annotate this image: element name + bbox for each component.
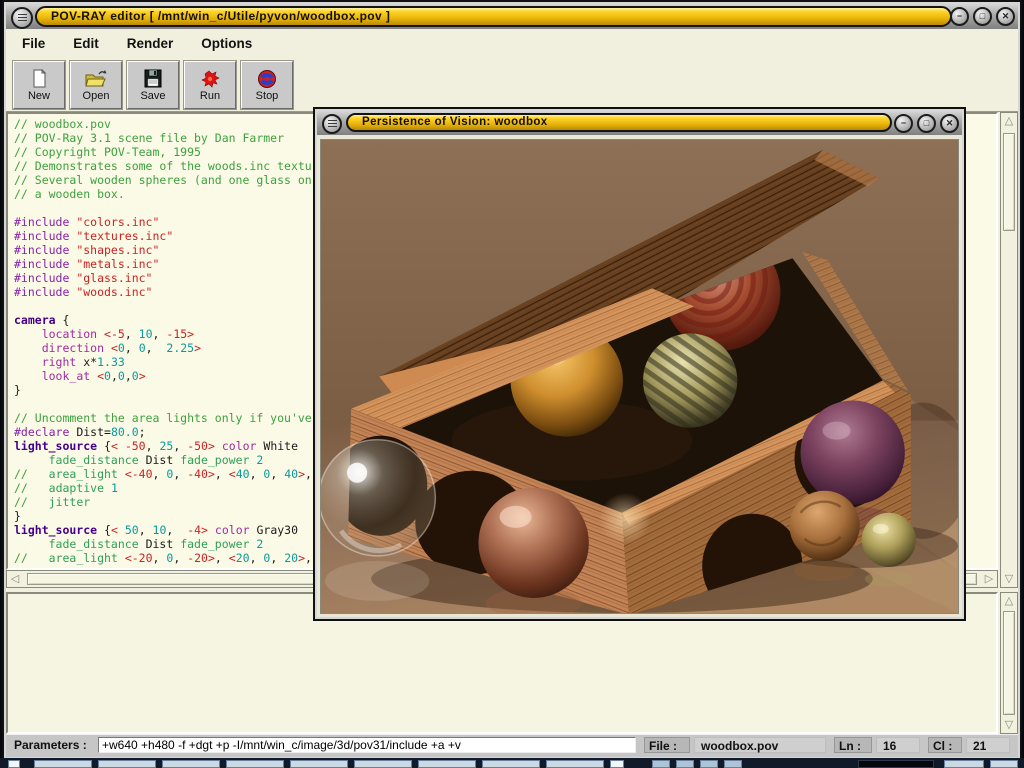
parameters-input[interactable] bbox=[98, 737, 636, 753]
stop-render-icon bbox=[256, 69, 278, 89]
close-button[interactable]: ✕ bbox=[996, 7, 1015, 26]
minimize-button[interactable]: − bbox=[950, 7, 969, 26]
scroll-down-icon[interactable]: ▽ bbox=[1001, 571, 1017, 587]
main-titlebar[interactable]: POV-RAY editor [ /mnt/win_c/Utile/pyvon/… bbox=[6, 4, 1018, 29]
minimize-icon: − bbox=[901, 119, 906, 128]
taskbar-item[interactable] bbox=[700, 760, 718, 768]
taskbar-item[interactable] bbox=[162, 760, 220, 768]
maximize-icon: □ bbox=[924, 119, 929, 128]
taskbar-item[interactable] bbox=[610, 760, 624, 768]
taskbar-item[interactable] bbox=[418, 760, 476, 768]
scroll-down-icon[interactable]: ▽ bbox=[1001, 717, 1017, 733]
open-button-label: Open bbox=[83, 90, 110, 102]
new-button-label: New bbox=[28, 90, 50, 102]
menubar: File Edit Render Options bbox=[6, 29, 1018, 58]
run-render-icon bbox=[199, 69, 221, 89]
line-value: 16 bbox=[876, 737, 920, 753]
new-button[interactable]: New bbox=[13, 61, 65, 109]
message-vertical-scrollbar[interactable]: △ ▽ bbox=[1000, 592, 1018, 734]
menu-render[interactable]: Render bbox=[127, 36, 174, 51]
taskbar-item[interactable] bbox=[98, 760, 156, 768]
close-icon: ✕ bbox=[1002, 12, 1010, 21]
taskbar-item[interactable] bbox=[8, 760, 20, 768]
taskbar-item[interactable] bbox=[34, 760, 92, 768]
save-button-label: Save bbox=[140, 90, 165, 102]
statusbar: Parameters : File : woodbox.pov Ln : 16 … bbox=[6, 734, 1018, 757]
taskbar-item[interactable] bbox=[482, 760, 540, 768]
minimize-button[interactable]: − bbox=[894, 114, 913, 133]
taskbar-item[interactable] bbox=[546, 760, 604, 768]
open-button[interactable]: Open bbox=[70, 61, 122, 109]
column-label: Cl : bbox=[928, 737, 962, 753]
taskbar-item[interactable] bbox=[724, 760, 742, 768]
menu-file[interactable]: File bbox=[22, 36, 45, 51]
run-button-label: Run bbox=[200, 90, 220, 102]
window-menu-icon bbox=[18, 14, 27, 22]
render-window-title: Persistence of Vision: woodbox bbox=[346, 113, 892, 132]
save-button[interactable]: Save bbox=[127, 61, 179, 109]
window-menu-icon bbox=[328, 120, 337, 128]
taskbar-item[interactable] bbox=[990, 760, 1018, 768]
line-label: Ln : bbox=[834, 737, 872, 753]
taskbar bbox=[0, 758, 1024, 768]
render-window: Persistence of Vision: woodbox − □ ✕ bbox=[313, 107, 966, 621]
scroll-left-icon[interactable]: ◁ bbox=[7, 571, 23, 587]
floppy-disk-icon bbox=[142, 69, 164, 89]
stop-button[interactable]: Stop bbox=[241, 61, 293, 109]
window-menu-button[interactable] bbox=[322, 114, 342, 134]
render-image bbox=[320, 139, 959, 614]
taskbar-item[interactable] bbox=[652, 760, 670, 768]
taskbar-item[interactable] bbox=[944, 760, 984, 768]
window-title: POV-RAY editor [ /mnt/win_c/Utile/pyvon/… bbox=[35, 6, 952, 27]
taskbar-item[interactable] bbox=[676, 760, 694, 768]
file-value: woodbox.pov bbox=[694, 737, 826, 753]
run-button[interactable]: Run bbox=[184, 61, 236, 109]
new-document-icon bbox=[28, 69, 50, 89]
close-icon: ✕ bbox=[946, 119, 954, 128]
maximize-icon: □ bbox=[980, 12, 985, 21]
close-button[interactable]: ✕ bbox=[940, 114, 959, 133]
column-value: 21 bbox=[966, 737, 1010, 753]
editor-vertical-scrollbar[interactable]: △ ▽ bbox=[1000, 112, 1018, 588]
render-titlebar[interactable]: Persistence of Vision: woodbox − □ ✕ bbox=[317, 111, 962, 135]
taskbar-item[interactable] bbox=[290, 760, 348, 768]
menu-options[interactable]: Options bbox=[201, 36, 252, 51]
stop-button-label: Stop bbox=[256, 90, 279, 102]
parameters-label: Parameters : bbox=[10, 737, 91, 753]
message-vscroll-thumb[interactable] bbox=[1003, 611, 1015, 715]
minimize-icon: − bbox=[957, 12, 962, 21]
editor-vscroll-thumb[interactable] bbox=[1003, 133, 1015, 231]
open-folder-icon bbox=[84, 69, 108, 89]
maximize-button[interactable]: □ bbox=[973, 7, 992, 26]
taskbar-item[interactable] bbox=[858, 760, 934, 768]
taskbar-item[interactable] bbox=[354, 760, 412, 768]
scroll-up-icon[interactable]: △ bbox=[1001, 113, 1017, 129]
file-label: File : bbox=[644, 737, 690, 753]
taskbar-item[interactable] bbox=[226, 760, 284, 768]
menu-edit[interactable]: Edit bbox=[73, 36, 99, 51]
scroll-up-icon[interactable]: △ bbox=[1001, 593, 1017, 609]
toolbar: New Open Save bbox=[6, 58, 1018, 112]
maximize-button[interactable]: □ bbox=[917, 114, 936, 133]
window-menu-button[interactable] bbox=[11, 7, 33, 29]
scroll-right-icon[interactable]: ▷ bbox=[981, 571, 997, 587]
